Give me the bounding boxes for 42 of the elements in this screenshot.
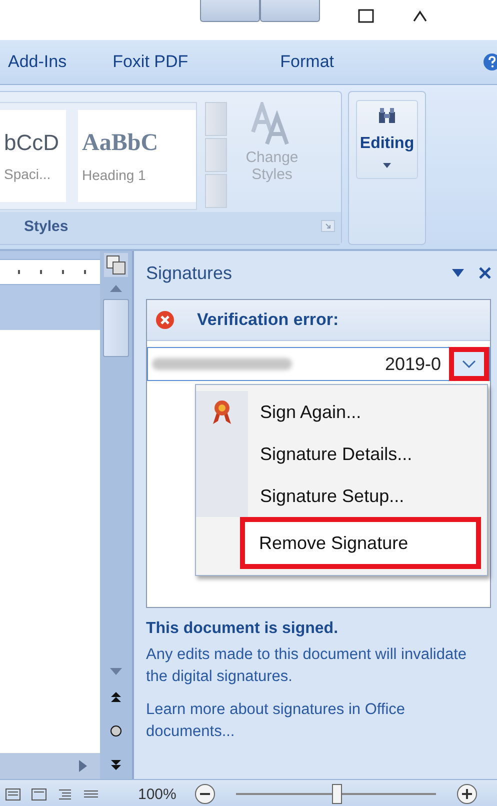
dropdown-button[interactable] bbox=[449, 347, 489, 381]
maximize-icon[interactable] bbox=[358, 9, 374, 23]
chevron-down-icon bbox=[462, 360, 476, 368]
ribbon-tab[interactable]: Format bbox=[272, 52, 334, 72]
view-icon[interactable] bbox=[30, 787, 48, 801]
menu-item[interactable]: Remove Signature bbox=[240, 517, 481, 569]
view-icon[interactable] bbox=[4, 787, 22, 801]
signed-heading: This document is signed. bbox=[146, 620, 340, 638]
menu-item[interactable]: Sign Again... bbox=[196, 391, 481, 433]
signed-note: Any edits made to this document will invalidate the digital signatures. bbox=[146, 645, 468, 687]
right-arrow-icon[interactable] bbox=[78, 759, 88, 773]
editing-button[interactable]: Editing bbox=[356, 100, 418, 179]
view-icon[interactable] bbox=[56, 787, 74, 801]
zoom-out-icon[interactable] bbox=[194, 783, 216, 805]
binoculars-icon bbox=[377, 107, 397, 125]
previous-page-icon[interactable] bbox=[110, 691, 122, 703]
zoom-level: 100% bbox=[138, 786, 176, 802]
style-gallery-item[interactable]: bCcD Spaci... bbox=[0, 110, 66, 202]
help-icon[interactable] bbox=[483, 53, 497, 71]
signature-row[interactable]: 2019-0 bbox=[147, 347, 490, 381]
ruler-toggle-icon[interactable] bbox=[104, 253, 128, 277]
zoom-in-icon[interactable] bbox=[456, 783, 478, 805]
learn-more-link[interactable]: Learn more about signatures in Office documents... bbox=[146, 699, 491, 743]
caret-icon bbox=[383, 163, 391, 168]
verification-heading: Verification error: bbox=[197, 310, 339, 330]
gallery-scrollbar[interactable] bbox=[205, 102, 227, 208]
horizontal-scrollbar[interactable] bbox=[0, 753, 100, 779]
group-label: Styles bbox=[24, 218, 68, 234]
scroll-thumb[interactable] bbox=[103, 299, 129, 357]
signature-date: 2019-0 bbox=[384, 354, 441, 374]
ribbon-tab[interactable]: Add-Ins bbox=[0, 52, 67, 72]
menu-item[interactable]: Signature Details... bbox=[196, 433, 481, 475]
style-gallery-item[interactable]: AaBbC Heading 1 bbox=[78, 110, 196, 202]
next-page-icon[interactable] bbox=[110, 759, 122, 771]
menu-item[interactable]: Signature Setup... bbox=[196, 475, 481, 517]
browse-object-icon[interactable] bbox=[110, 725, 122, 737]
error-icon bbox=[155, 310, 175, 330]
pane-title: Signatures bbox=[146, 262, 234, 284]
slider-thumb[interactable] bbox=[332, 784, 342, 804]
ribbon-seal-icon bbox=[211, 399, 233, 425]
dropdown-arrow-icon[interactable] bbox=[451, 268, 465, 278]
ribbon-tab[interactable]: Foxit PDF bbox=[104, 52, 188, 72]
